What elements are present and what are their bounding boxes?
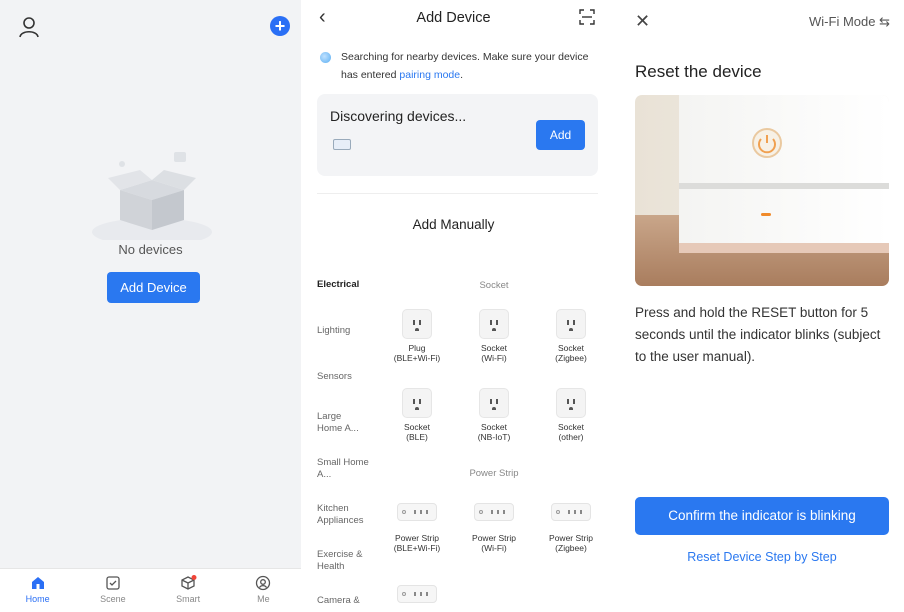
- search-text: Searching for nearby devices. Make sure …: [341, 51, 589, 81]
- swap-icon: ⇆: [879, 14, 890, 29]
- device-item[interactable]: Socket (other): [534, 388, 604, 442]
- reset-device-screen: ✕ Wi-Fi Mode ⇆ Reset the device Press an…: [606, 0, 904, 612]
- bottom-tab-bar: Home Scene Smart Me: [0, 568, 301, 612]
- item-label: Plug (BLE+Wi-Fi): [393, 343, 441, 363]
- socket-icon: [479, 388, 509, 418]
- empty-state-text: No devices: [118, 242, 183, 257]
- device-item[interactable]: Socket (BLE): [380, 388, 454, 442]
- device-item[interactable]: [380, 585, 454, 603]
- tab-label: Home: [25, 594, 50, 604]
- user-icon[interactable]: [18, 16, 40, 38]
- socket-icon: [479, 309, 509, 339]
- device-item[interactable]: Power Strip (Zigbee): [534, 503, 604, 553]
- empty-box-illustration: [92, 152, 212, 240]
- device-item[interactable]: Power Strip (Wi-Fi): [457, 503, 531, 553]
- confirm-blinking-button[interactable]: Confirm the indicator is blinking: [635, 497, 889, 535]
- category-sensors[interactable]: Sensors: [317, 371, 377, 383]
- tab-label: Smart: [176, 594, 201, 604]
- power-strip-icon: [474, 503, 514, 521]
- add-discovered-button[interactable]: Add: [536, 120, 585, 150]
- add-device-button[interactable]: Add Device: [107, 272, 200, 303]
- me-icon: [256, 575, 271, 591]
- power-strip-icon: [397, 503, 437, 521]
- reset-step-by-step-link[interactable]: Reset Device Step by Step: [635, 550, 889, 564]
- device-photo: [635, 95, 889, 286]
- category-electrical[interactable]: Electrical: [317, 279, 377, 291]
- item-label: Socket (other): [558, 422, 584, 442]
- item-label: Power Strip (BLE+Wi-Fi): [393, 533, 441, 553]
- category-exercise[interactable]: Exercise & Health: [317, 549, 369, 573]
- device-item[interactable]: Socket (NB-IoT): [457, 388, 531, 442]
- tab-label: Me: [257, 594, 270, 604]
- power-strip-icon: [397, 585, 437, 603]
- mode-label: Wi-Fi Mode: [809, 14, 876, 29]
- device-item[interactable]: Plug (BLE+Wi-Fi): [380, 309, 454, 363]
- category-small-home[interactable]: Small Home A...: [317, 457, 369, 481]
- add-device-screen: ‹ Add Device Searching for nearby device…: [303, 0, 604, 612]
- wifi-mode-switch[interactable]: Wi-Fi Mode ⇆: [809, 14, 890, 30]
- item-label: Socket (NB-IoT): [477, 422, 511, 442]
- device-icon: [333, 139, 351, 150]
- close-icon[interactable]: ✕: [635, 11, 650, 32]
- add-manually-heading: Add Manually: [412, 217, 495, 232]
- reset-instructions: Press and hold the RESET button for 5 se…: [635, 305, 881, 364]
- tab-label: Scene: [100, 594, 126, 604]
- tab-smart[interactable]: Smart: [151, 569, 226, 612]
- category-large-home[interactable]: Large Home A...: [317, 411, 369, 435]
- scene-icon: [106, 576, 120, 590]
- page-title: Add Device: [416, 10, 491, 26]
- discovery-card: Discovering devices... Add: [317, 94, 598, 176]
- search-text-end: .: [460, 69, 464, 81]
- socket-icon: [402, 309, 432, 339]
- item-label: Power Strip (Wi-Fi): [472, 533, 516, 553]
- pairing-mode-link[interactable]: pairing mode: [399, 69, 460, 81]
- add-device-plus-icon[interactable]: +: [270, 16, 290, 36]
- discovery-title: Discovering devices...: [330, 108, 467, 124]
- page-title: Reset the device: [635, 62, 762, 81]
- home-icon: [31, 577, 44, 589]
- category-lighting[interactable]: Lighting: [317, 325, 377, 337]
- divider: [317, 193, 598, 194]
- tab-home[interactable]: Home: [0, 569, 75, 612]
- section-socket: Socket: [479, 280, 509, 291]
- item-label: Socket (Zigbee): [555, 343, 587, 363]
- item-label: Socket (Wi-Fi): [481, 343, 507, 363]
- item-label: Power Strip (Zigbee): [549, 533, 593, 553]
- search-status-text: Searching for nearby devices. Make sure …: [341, 48, 591, 84]
- tab-scene[interactable]: Scene: [75, 569, 150, 612]
- device-item[interactable]: Socket (Zigbee): [534, 309, 604, 363]
- socket-icon: [402, 388, 432, 418]
- tab-me[interactable]: Me: [226, 569, 301, 612]
- device-item[interactable]: Power Strip (BLE+Wi-Fi): [380, 503, 454, 553]
- searching-icon: [320, 52, 331, 63]
- smart-icon: [181, 575, 197, 590]
- power-strip-icon: [551, 503, 591, 521]
- section-power-strip: Power Strip: [469, 468, 519, 479]
- item-label: Socket (BLE): [404, 422, 430, 442]
- scan-icon[interactable]: [579, 9, 595, 25]
- category-kitchen[interactable]: Kitchen Appliances: [317, 503, 373, 527]
- socket-icon: [556, 388, 586, 418]
- socket-icon: [556, 309, 586, 339]
- home-screen: + No devices Add Device Home Scene Smart…: [0, 0, 301, 612]
- category-camera[interactable]: Camera &: [317, 595, 377, 607]
- device-item[interactable]: Socket (Wi-Fi): [457, 309, 531, 363]
